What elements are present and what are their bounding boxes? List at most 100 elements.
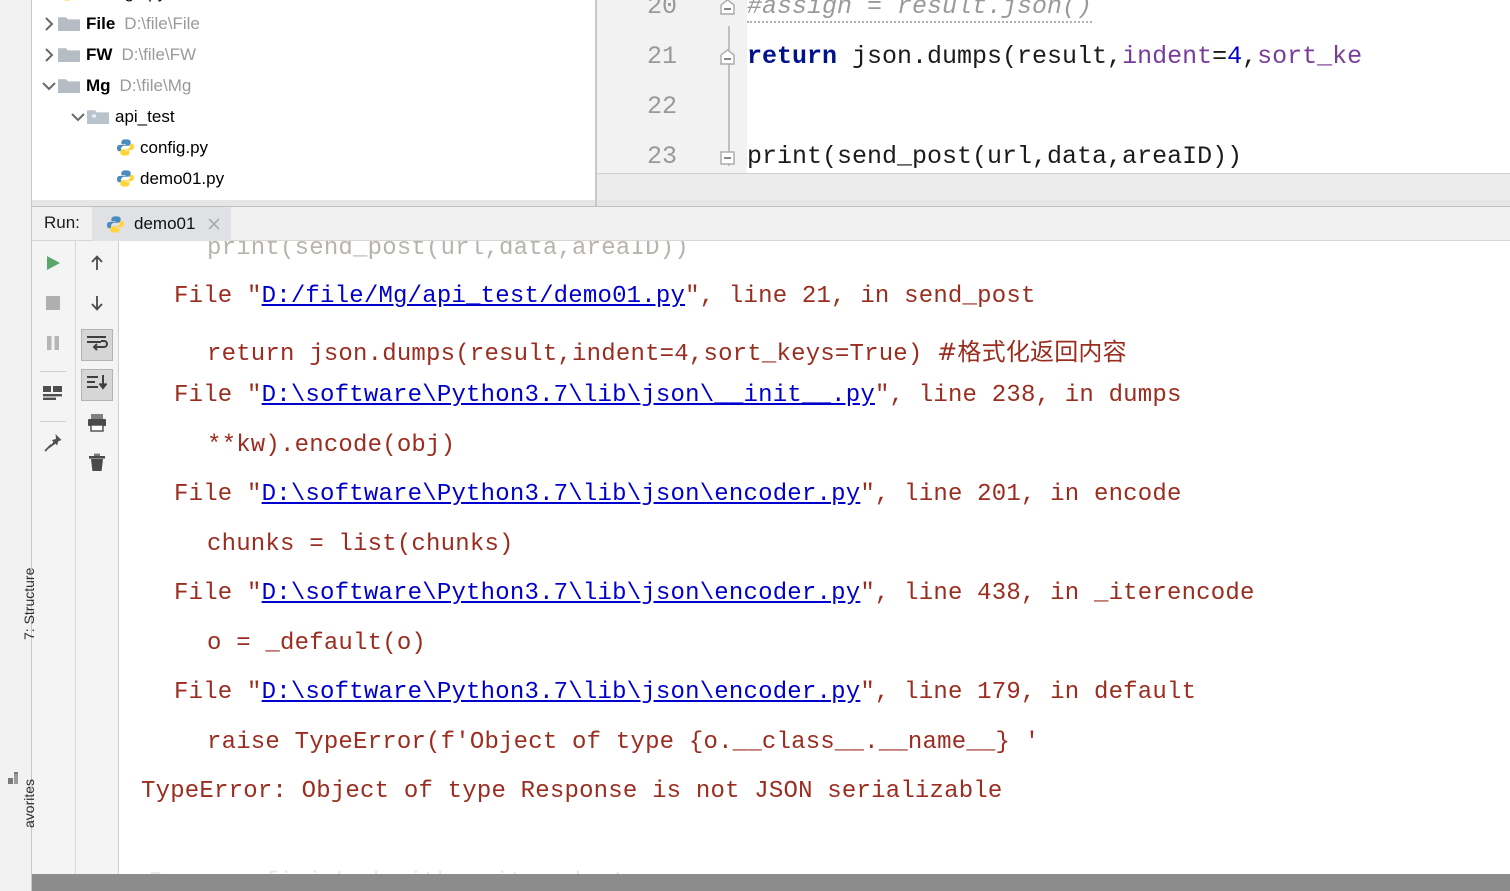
console-text: print(send_post(url,data,areaID)) xyxy=(207,241,689,262)
pycharm-window: 7: Structure avorites manage.pyFileD:\fi… xyxy=(0,0,1510,891)
code-token: , xyxy=(1242,42,1258,71)
console-text: File " xyxy=(174,283,262,310)
run-toolbar-left xyxy=(32,241,74,891)
editor-bottom-strip xyxy=(597,173,1510,200)
code-fold-marker[interactable] xyxy=(718,47,739,68)
file-path-link[interactable]: D:\software\Python3.7\lib\json\encoder.p… xyxy=(262,481,861,508)
toolbar-separator xyxy=(40,371,66,372)
chevron-right-icon[interactable] xyxy=(40,46,58,64)
toolbar-separator xyxy=(40,421,66,422)
gutter-line-number: 21 xyxy=(646,42,677,71)
code-token: return xyxy=(747,42,838,71)
arrow-up-icon xyxy=(87,253,107,278)
console-line: o = _default(o) xyxy=(207,630,426,657)
file-path-link[interactable]: D:\software\Python3.7\lib\json\encoder.p… xyxy=(262,679,861,706)
console-line: raise TypeError(f'Object of type {o.__cl… xyxy=(207,729,1039,756)
console-text: ", line 21, in send_post xyxy=(685,283,1036,310)
run-tab-bar: Run: demo01 xyxy=(32,207,1510,241)
tree-node-demo01-py[interactable]: demo01.py xyxy=(32,163,597,194)
tree-node-manage-py[interactable]: manage.py xyxy=(32,0,597,8)
run-window-label: Run: xyxy=(44,213,80,232)
console-text: ", line 201, in encode xyxy=(860,481,1182,508)
console-text: File " xyxy=(174,481,262,508)
tree-node-config-py[interactable]: config.py xyxy=(32,132,597,163)
chevron-down-icon[interactable] xyxy=(69,108,87,126)
code-token: sort_ke xyxy=(1257,42,1363,71)
python-file-icon xyxy=(116,169,135,188)
file-path-link[interactable]: D:\software\Python3.7\lib\json\encoder.p… xyxy=(262,580,861,607)
console-output[interactable]: print(send_post(url,data,areaID)) File "D… xyxy=(118,241,1510,891)
code-fold-marker[interactable] xyxy=(718,0,739,18)
restore-layout-button[interactable] xyxy=(37,379,69,411)
code-token: = xyxy=(1212,42,1228,71)
pin-tab-button[interactable] xyxy=(37,429,69,461)
folder-icon xyxy=(58,77,80,94)
clear-all-button[interactable] xyxy=(81,449,113,481)
tree-node-path: D:\file\FW xyxy=(121,44,197,64)
soft-wrap-button[interactable] xyxy=(81,329,113,361)
pause-output-button[interactable] xyxy=(37,329,69,361)
python-file-icon xyxy=(116,138,135,157)
close-icon[interactable] xyxy=(207,217,221,231)
code-token: 4 xyxy=(1227,42,1243,71)
python-file-icon xyxy=(106,215,125,234)
panel-vertical-splitter[interactable] xyxy=(595,0,597,206)
restore-layout-icon xyxy=(42,384,64,407)
console-line: File "D:\software\Python3.7\lib\json\enc… xyxy=(174,679,1196,706)
pause-icon xyxy=(44,334,62,357)
code-token: indent xyxy=(1122,42,1213,71)
down-the-stack-trace-button[interactable] xyxy=(81,289,113,321)
trash-icon xyxy=(87,453,107,478)
console-line: print(send_post(url,data,areaID)) xyxy=(207,241,689,262)
tree-node-label: demo01.py xyxy=(140,168,225,188)
code-fold-marker[interactable] xyxy=(718,147,739,168)
soft-wrap-icon xyxy=(86,334,108,357)
tree-node-label: config.py xyxy=(140,137,209,157)
tree-node-mg[interactable]: Mg D:\file\Mg xyxy=(32,70,597,101)
editor-code-line[interactable]: print(send_post(url,data,areaID)) xyxy=(747,142,1242,171)
tree-node-fw[interactable]: FW D:\file\FW xyxy=(32,39,597,70)
console-text: ", line 238, in dumps xyxy=(874,382,1182,409)
console-line: return json.dumps(result,indent=4,sort_k… xyxy=(207,332,1127,368)
scroll-to-end-icon xyxy=(86,374,108,397)
folder-open-icon xyxy=(87,108,109,125)
rerun-button[interactable] xyxy=(37,249,69,281)
stop-square-icon xyxy=(44,294,62,317)
chevron-right-icon[interactable] xyxy=(40,15,58,33)
tree-node-label: File xyxy=(86,13,116,33)
console-line: **kw).encode(obj) xyxy=(207,432,455,459)
run-tab-demo01[interactable]: demo01 xyxy=(92,207,232,241)
play-icon xyxy=(43,253,63,278)
project-tree[interactable]: manage.py File D:\file\File FW D:\file\FW Mg D… xyxy=(32,0,597,194)
editor-code-line[interactable]: #assign = result.json() xyxy=(747,0,1093,23)
file-path-link[interactable]: D:/file/Mg/api_test/demo01.py xyxy=(262,283,685,310)
scroll-to-end-button[interactable] xyxy=(81,369,113,401)
console-text: TypeError: Object of type Response is no… xyxy=(141,778,1003,805)
folder-icon xyxy=(58,46,80,63)
console-line: File "D:\software\Python3.7\lib\json\enc… xyxy=(174,580,1255,607)
window-bottom-bar xyxy=(32,874,1510,891)
pin-icon xyxy=(42,432,64,459)
console-text: File " xyxy=(174,382,262,409)
tree-node-path: D:\file\Mg xyxy=(119,75,192,95)
code-editor[interactable]: 20 #assign = result.json() 21 return json… xyxy=(597,0,1510,200)
tree-node-file[interactable]: File D:\file\File xyxy=(32,8,597,39)
project-tool-window[interactable]: manage.py File D:\file\File FW D:\file\FW Mg D… xyxy=(32,0,597,206)
tree-node-label: manage.py xyxy=(82,0,166,3)
file-path-link[interactable]: D:\software\Python3.7\lib\json\__init__.… xyxy=(262,382,875,409)
editor-code-line[interactable]: return json.dumps(result,indent=4,sort_k… xyxy=(747,42,1362,71)
console-text: File " xyxy=(174,679,262,706)
printer-icon xyxy=(86,413,108,438)
python-file-icon xyxy=(58,0,77,2)
print-button[interactable] xyxy=(81,409,113,441)
console-text: return json.dumps(result,indent=4,sort_k… xyxy=(207,341,938,368)
favorites-tab-label: avorites xyxy=(21,778,37,828)
stop-button[interactable] xyxy=(37,289,69,321)
up-the-stack-trace-button[interactable] xyxy=(81,249,113,281)
tree-node-api_test[interactable]: api_test xyxy=(32,101,597,132)
chevron-down-icon[interactable] xyxy=(40,77,58,95)
console-text: o = _default(o) xyxy=(207,630,427,657)
